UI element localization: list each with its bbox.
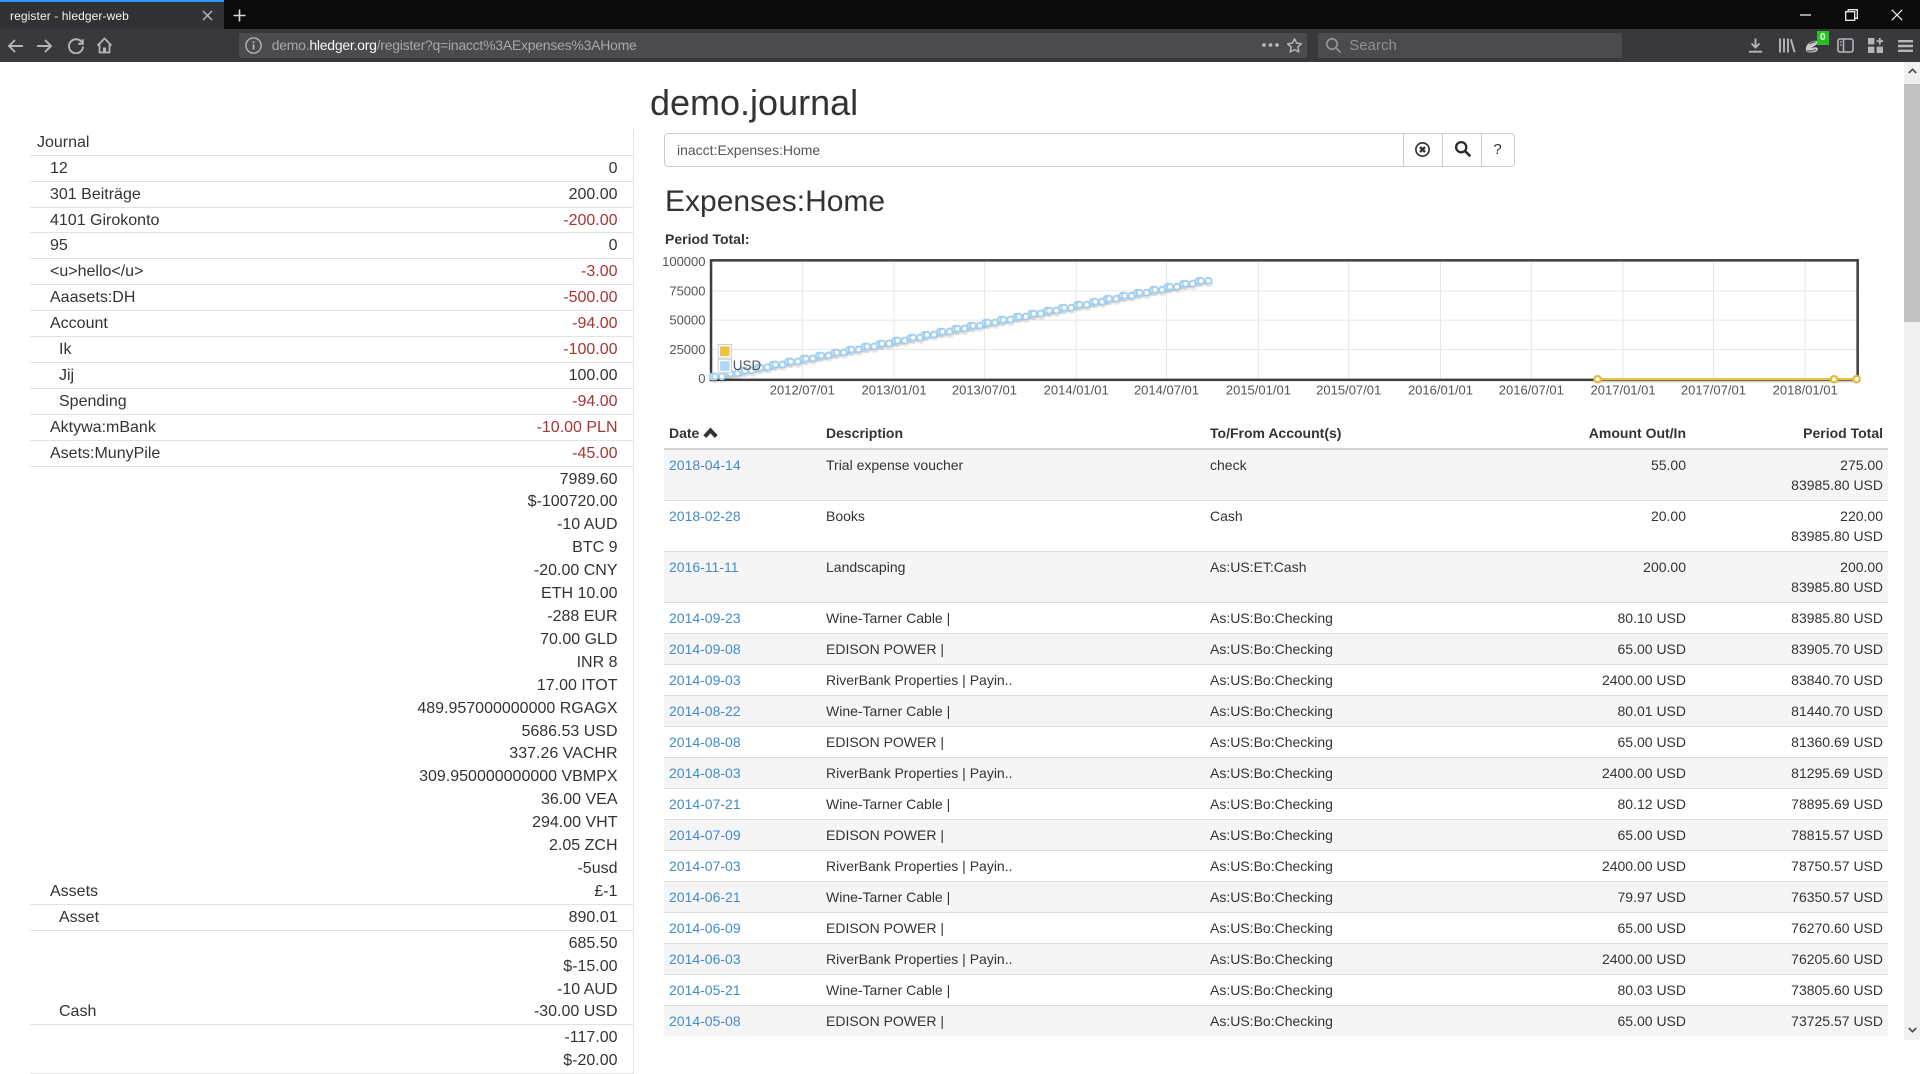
svg-text:2016/07/01: 2016/07/01 xyxy=(1499,383,1564,398)
svg-text:2013/01/01: 2013/01/01 xyxy=(862,383,927,398)
svg-text:USD: USD xyxy=(733,358,762,373)
svg-text:2016/01/01: 2016/01/01 xyxy=(1408,383,1473,398)
svg-text:75000: 75000 xyxy=(669,283,705,298)
svg-text:2017/01/01: 2017/01/01 xyxy=(1591,383,1656,398)
svg-text:2018/01/01: 2018/01/01 xyxy=(1773,383,1838,398)
svg-text:2017/07/01: 2017/07/01 xyxy=(1681,383,1746,398)
svg-text:2014/01/01: 2014/01/01 xyxy=(1044,383,1109,398)
svg-text:25000: 25000 xyxy=(669,342,705,357)
svg-text:2015/01/01: 2015/01/01 xyxy=(1226,383,1291,398)
svg-text:2012/07/01: 2012/07/01 xyxy=(770,383,835,398)
svg-text:100000: 100000 xyxy=(662,254,705,269)
svg-text:0: 0 xyxy=(698,371,705,386)
svg-text:50000: 50000 xyxy=(669,313,705,328)
svg-text:2015/07/01: 2015/07/01 xyxy=(1316,383,1381,398)
svg-text:2013/07/01: 2013/07/01 xyxy=(952,383,1017,398)
svg-text:2014/07/01: 2014/07/01 xyxy=(1134,383,1199,398)
